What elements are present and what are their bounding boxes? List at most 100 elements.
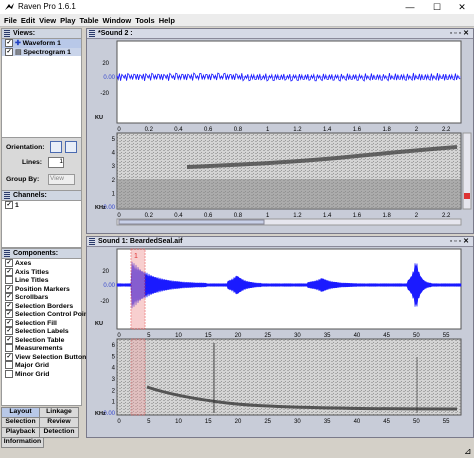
grip-icon[interactable]	[4, 192, 10, 199]
spectrogram-ylabel: KHz	[95, 411, 106, 417]
checkbox-icon[interactable]: ✓	[5, 352, 13, 361]
sound1-header[interactable]: Sound 1: BeardedSeal.aif ▫▫▫✕	[87, 237, 473, 247]
sound1-waveform-xticks: 0 5 10 15 20 25 30 35 40 45 50 55	[117, 333, 450, 339]
views-panel-title: Views:	[13, 30, 36, 37]
xtick: 0	[117, 333, 121, 339]
channels-panel: Channels: ✓ 1	[1, 190, 82, 248]
checkbox-icon[interactable]: ✓	[5, 293, 13, 301]
zoom-icon[interactable]	[464, 193, 470, 199]
checkbox-icon[interactable]: ✓	[5, 39, 13, 47]
group-by-select[interactable]: View	[48, 174, 75, 185]
horizontal-layout-icon[interactable]	[50, 141, 62, 153]
maximize-button[interactable]: ☐	[425, 1, 449, 13]
component-item[interactable]: ✓ Selection Labels	[2, 327, 81, 336]
sound1-spectrogram-plot[interactable]	[116, 338, 462, 416]
minimize-button[interactable]: —	[398, 1, 422, 13]
ytick: 20	[102, 61, 109, 67]
tab-information[interactable]: Information	[1, 437, 44, 448]
checkbox-icon[interactable]	[5, 361, 13, 369]
checkbox-icon[interactable]: ✓	[5, 301, 13, 310]
sound2-waveform-plot[interactable]	[116, 40, 462, 124]
xtick: 1.8	[382, 127, 391, 133]
component-item[interactable]: ✓ Selection Fill	[2, 318, 81, 328]
views-item-waveform[interactable]: ✓ ✚ Waveform 1	[2, 39, 81, 48]
sound1-window-buttons[interactable]: ▫▫▫✕	[450, 237, 471, 246]
sound1-spectrogram-xticks: 0 5 10 15 20 25 30 35 40 45 50 55	[117, 419, 450, 425]
vertical-layout-icon[interactable]	[65, 141, 77, 153]
checkbox-icon[interactable]: ✓	[5, 47, 13, 56]
menu-play[interactable]: Play	[60, 16, 75, 25]
component-item[interactable]: ✓ Axes	[2, 259, 81, 268]
tab-detection[interactable]: Detection	[39, 427, 79, 438]
component-item[interactable]: Measurements	[2, 344, 81, 353]
ytick: 4	[112, 151, 116, 157]
component-item[interactable]: ✓ Position Markers	[2, 284, 81, 294]
checkbox-icon[interactable]: ✓	[5, 259, 13, 267]
component-item[interactable]: ✓ Axis Titles	[2, 267, 81, 277]
ytick: 6	[112, 343, 116, 349]
component-item[interactable]: ✓ Scrollbars	[2, 293, 81, 302]
menu-edit[interactable]: Edit	[21, 16, 35, 25]
lines-input[interactable]: 1	[48, 157, 64, 168]
xtick: 0	[117, 127, 121, 133]
xtick: 0.6	[204, 213, 213, 219]
checkbox-icon[interactable]	[5, 369, 13, 378]
checkbox-icon[interactable]: ✓	[5, 310, 13, 318]
checkbox-icon[interactable]: ✓	[5, 267, 13, 276]
sound2-title: *Sound 2 :	[98, 30, 133, 37]
xtick: 50	[413, 419, 420, 425]
component-item[interactable]: ✓ Selection Control Point	[2, 310, 90, 319]
grip-icon[interactable]	[4, 30, 10, 37]
xtick: 1.8	[382, 213, 391, 219]
menu-file[interactable]: File	[4, 16, 17, 25]
selection-box[interactable]	[130, 248, 146, 330]
sound1-plots: 1 20 0.00 -20 KU 0 5 10 15 20 25 30 35 40 45 50 55 …	[95, 248, 462, 425]
menu-window[interactable]: Window	[103, 16, 132, 25]
side-tabs: Layout Linkage Selection Review Playback…	[1, 407, 80, 457]
component-item[interactable]: ✓ Selection Table	[2, 335, 81, 345]
scrollbar-thumb[interactable]	[118, 219, 265, 225]
grip-icon[interactable]	[4, 250, 10, 257]
checkbox-icon[interactable]	[5, 276, 13, 284]
menu-help[interactable]: Help	[159, 16, 175, 25]
ytick: 20	[102, 269, 109, 275]
xtick: 35	[324, 333, 331, 339]
xtick: 2.2	[442, 127, 451, 133]
component-item[interactable]: Line Titles	[2, 276, 81, 285]
component-item-label: Measurements	[15, 344, 63, 352]
component-item[interactable]: ✓ View Selection Buttons	[2, 352, 90, 362]
xtick: 1.4	[323, 127, 332, 133]
xtick: 50	[413, 333, 420, 339]
component-item-label: Selection Borders	[15, 302, 74, 310]
component-item[interactable]: Minor Grid	[2, 369, 81, 379]
close-button[interactable]: ✕	[450, 1, 474, 13]
checkbox-icon[interactable]: ✓	[5, 327, 13, 335]
waveform-ylabel: KU	[95, 115, 103, 121]
ytick: 5	[112, 354, 116, 360]
views-item-spectrogram[interactable]: ✓ ▤ Spectrogram 1	[2, 47, 81, 56]
sound2-window-buttons[interactable]: ▫▫▫✕	[450, 29, 471, 38]
checkbox-icon[interactable]	[5, 344, 13, 352]
component-item-label: Axis Titles	[15, 268, 49, 276]
checkbox-icon[interactable]: ✓	[5, 201, 13, 209]
component-item[interactable]: ✓ Selection Borders	[2, 301, 81, 311]
menu-table[interactable]: Table	[80, 16, 99, 25]
spectrogram-ylabel: KHz	[95, 205, 106, 211]
xtick: 2	[415, 213, 419, 219]
resize-grip-icon[interactable]: ⊿	[464, 446, 472, 457]
sound2-header[interactable]: *Sound 2 : ▫▫▫✕	[87, 29, 473, 39]
checkbox-icon[interactable]: ✓	[5, 318, 13, 327]
component-item-label: Selection Labels	[15, 327, 69, 335]
xtick: 30	[294, 333, 301, 339]
menu-view[interactable]: View	[39, 16, 56, 25]
grip-icon[interactable]	[89, 238, 95, 245]
checkbox-icon[interactable]: ✓	[5, 335, 13, 344]
selection-box[interactable]	[130, 338, 146, 416]
grip-icon[interactable]	[89, 30, 95, 37]
sound1-spectrogram-yticks: 6543210.00	[103, 343, 115, 417]
channel-item[interactable]: ✓ 1	[2, 201, 81, 210]
component-item[interactable]: Major Grid	[2, 361, 81, 370]
menu-tools[interactable]: Tools	[135, 16, 154, 25]
title-bar: Raven Pro 1.6.1 — ☐ ✕	[0, 0, 474, 15]
checkbox-icon[interactable]: ✓	[5, 284, 13, 293]
